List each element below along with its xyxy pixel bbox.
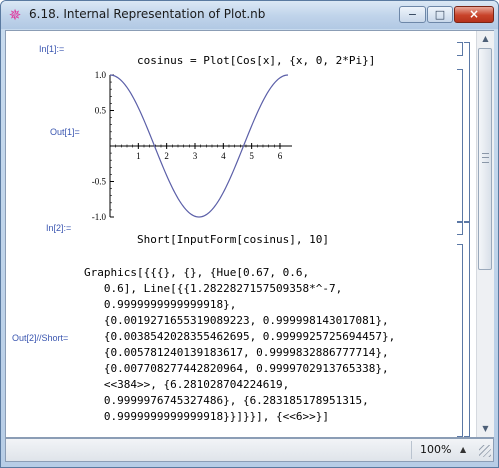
x-tick-label: 3	[193, 151, 198, 161]
close-button[interactable]: ×	[454, 6, 494, 23]
in1-label: In[1]:=	[39, 44, 65, 54]
group2-cell-bracket[interactable]	[464, 221, 470, 437]
vertical-scrollbar[interactable]: ▲ ▼	[476, 31, 494, 437]
title-bar[interactable]: ✵ 6.18. Internal Representation of Plot.…	[1, 1, 498, 29]
out2-line: 0.9999999999999918},	[84, 298, 237, 311]
out2-line: 0.9999999999999918}}]}}], {<<6>>}]	[84, 410, 330, 423]
out2-label: Out[2]//Short=	[12, 333, 69, 343]
status-bar: 100% ▲	[5, 438, 494, 462]
in2-input[interactable]: Short[InputForm[cosinus], 10]	[84, 220, 329, 259]
out2-line: 0.9999976745327486}, {6.283185178951315,	[84, 394, 369, 407]
in1-cell-bracket[interactable]	[457, 42, 463, 56]
x-tick-label: 6	[278, 151, 283, 161]
out2-line: {0.007708277442820964, 0.999970291376533…	[84, 362, 389, 375]
y-tick-label: 0.5	[95, 106, 107, 116]
notebook-content: In[1]:= cosinus = Plot[Cos[x], {x, 0, 2*…	[6, 31, 476, 437]
x-tick-label: 4	[221, 151, 226, 161]
out2-line: 0.6], Line[{{1.2822827157509358*^-7,	[84, 282, 343, 295]
group1-cell-bracket[interactable]	[464, 42, 470, 223]
minimize-button[interactable]: −	[399, 6, 426, 23]
zoom-level: 100%	[420, 443, 452, 456]
x-tick-label: 2	[164, 151, 169, 161]
resize-grip-icon[interactable]	[479, 445, 491, 457]
notebook-area: In[1]:= cosinus = Plot[Cos[x], {x, 0, 2*…	[5, 30, 494, 438]
out2-line: {0.0038542028355462695, 0.99999257256944…	[84, 330, 396, 343]
in2-code: Short[InputForm[cosinus], 10]	[136, 233, 330, 246]
out2-line: Graphics[{{{}, {}, {Hue[0.67, 0.6,	[84, 266, 310, 279]
zoom-menu-arrow-icon[interactable]: ▲	[460, 441, 466, 459]
in1-code: cosinus = Plot[Cos[x], {x, 0, 2*Pi}]	[136, 54, 376, 67]
out2-line: {0.005781240139183617, 0.999983288677771…	[84, 346, 389, 359]
out2-cell-bracket[interactable]	[457, 244, 463, 437]
out2-line: <<384>>, {6.281028704224619,	[84, 378, 290, 391]
x-tick-label: 1	[136, 151, 141, 161]
scroll-grip-icon	[482, 153, 489, 163]
in2-label: In[2]:=	[46, 223, 72, 233]
plot-axes	[109, 75, 292, 217]
scroll-down-arrow-icon[interactable]: ▼	[477, 421, 494, 437]
zoom-control[interactable]: 100% ▲	[411, 441, 476, 459]
x-tick-label: 5	[249, 151, 254, 161]
cosine-plot[interactable]: 1 2 3 4 5 61.00.5-0.5-1.0	[76, 67, 296, 235]
y-tick-label: 1.0	[95, 70, 107, 80]
out1-cell-bracket[interactable]	[457, 69, 463, 223]
in2-cell-bracket[interactable]	[457, 221, 463, 235]
scroll-up-arrow-icon[interactable]: ▲	[477, 31, 494, 47]
out2-line: {0.0019271655319089223, 0.99999814301708…	[84, 314, 389, 327]
window-title: 6.18. Internal Representation of Plot.nb	[29, 7, 266, 21]
mathematica-star-icon: ✵	[8, 6, 22, 24]
notebook-window: ✵ 6.18. Internal Representation of Plot.…	[0, 0, 499, 468]
y-tick-label: -0.5	[92, 177, 107, 187]
maximize-button[interactable]: □	[427, 6, 453, 23]
scrollbar-thumb[interactable]	[478, 48, 492, 270]
